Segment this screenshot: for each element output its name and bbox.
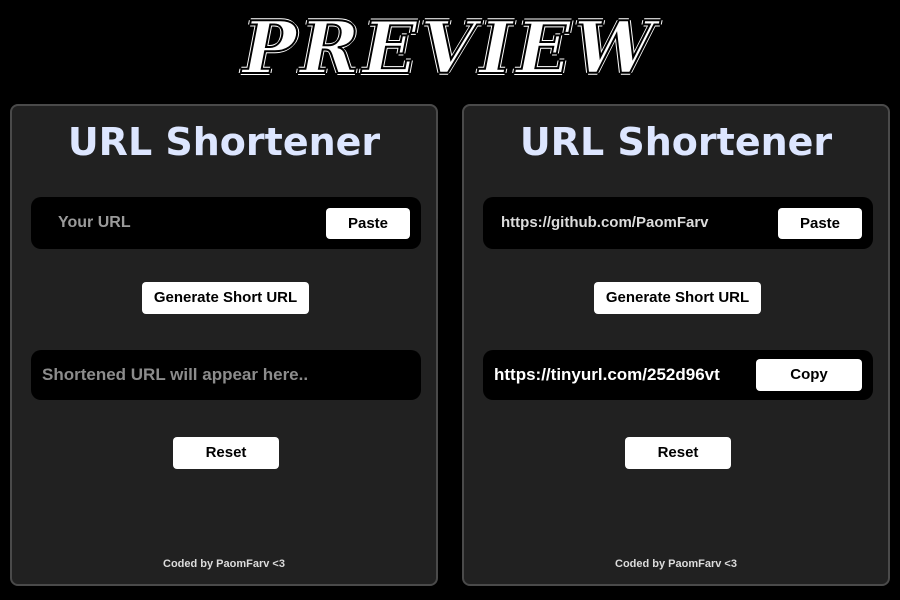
url-input-field[interactable]: Your URL Paste — [31, 197, 421, 249]
footer-credit: Coded by PaomFarv <3 — [615, 558, 737, 570]
generate-short-url-button[interactable]: Generate Short URL — [142, 282, 309, 314]
short-url-placeholder: Shortened URL will appear here.. — [42, 365, 309, 384]
reset-button[interactable]: Reset — [173, 437, 279, 469]
reset-button[interactable]: Reset — [625, 437, 731, 469]
footer-credit: Coded by PaomFarv <3 — [163, 558, 285, 570]
url-input-value[interactable]: https://github.com/PaomFarv — [501, 197, 709, 249]
short-url-output: https://tinyurl.com/252d96vt Copy — [483, 350, 873, 400]
url-shortener-panel-empty: URL Shortener Your URL Paste Generate Sh… — [10, 104, 438, 586]
preview-canvas: PREVIEW URL Shortener Your URL Paste Gen… — [0, 0, 900, 600]
url-input-placeholder[interactable]: Your URL — [58, 197, 131, 249]
generate-short-url-button[interactable]: Generate Short URL — [594, 282, 761, 314]
short-url-value[interactable]: https://tinyurl.com/252d96vt — [494, 350, 720, 400]
paste-button[interactable]: Paste — [778, 208, 862, 239]
app-title: URL Shortener — [67, 120, 381, 164]
app-title: URL Shortener — [519, 120, 833, 164]
copy-button[interactable]: Copy — [756, 359, 862, 391]
paste-button[interactable]: Paste — [326, 208, 410, 239]
short-url-output: Shortened URL will appear here.. — [31, 350, 421, 400]
url-shortener-panel-filled: URL Shortener https://github.com/PaomFar… — [462, 104, 890, 586]
preview-heading: PREVIEW — [241, 4, 658, 91]
url-input-field[interactable]: https://github.com/PaomFarv Paste — [483, 197, 873, 249]
